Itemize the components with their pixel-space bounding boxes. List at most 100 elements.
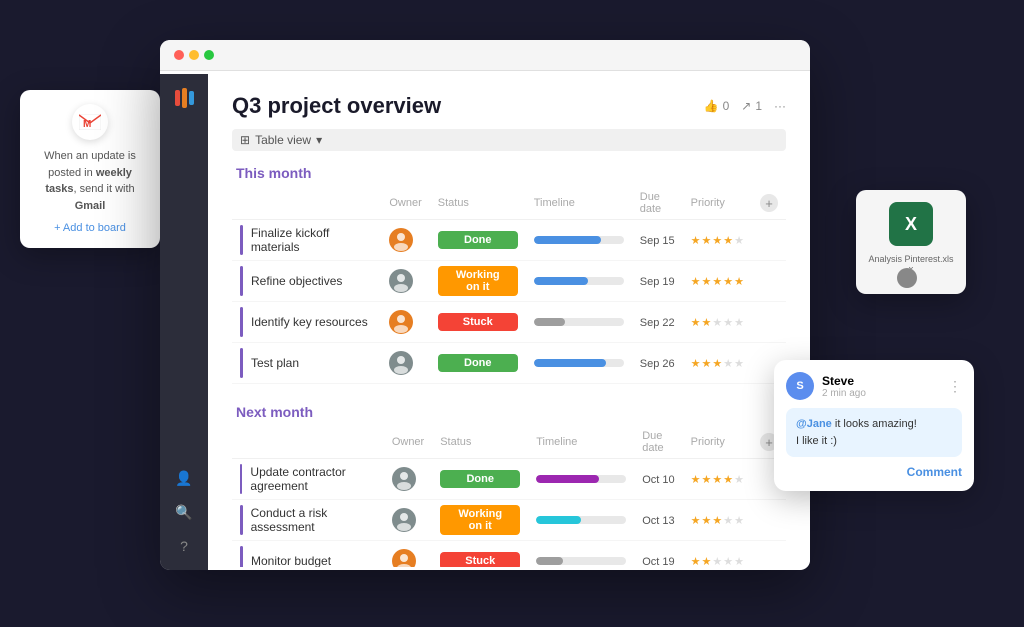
next-month-table: Owner Status Timeline Due date Priority … (232, 426, 786, 567)
minimize-button[interactable] (189, 50, 199, 60)
app-logo (175, 88, 194, 108)
task-avatar (392, 467, 416, 491)
star-2: ★ (702, 357, 712, 370)
star-4: ★ (723, 234, 733, 247)
table-row: Refine objectives Working on it Sep 19 ★… (232, 261, 786, 302)
star-5: ★ (734, 555, 744, 568)
due-date: Sep 15 (640, 235, 675, 247)
gmail-description: When an update is posted in weekly tasks… (34, 148, 146, 214)
col-task-2 (232, 426, 384, 459)
star-2: ★ (702, 473, 712, 486)
share-icon: ↗ (741, 99, 751, 113)
timeline-fill (536, 475, 599, 483)
person-icon[interactable]: 👤 (174, 468, 194, 488)
star-1: ★ (691, 234, 701, 247)
section-bar (240, 225, 243, 255)
star-4: ★ (723, 473, 733, 486)
col-status-2: Status (432, 426, 528, 459)
timeline-fill (536, 557, 563, 565)
help-icon[interactable]: ? (174, 536, 194, 556)
excel-icon: X (889, 202, 933, 246)
star-2: ★ (702, 555, 712, 568)
svg-text:M: M (83, 119, 91, 130)
close-button[interactable] (174, 50, 184, 60)
task-name-cell: Update contractor agreement (240, 464, 376, 494)
star-5: ★ (734, 234, 744, 247)
section-bar (240, 266, 243, 296)
comment-button[interactable]: Comment (786, 465, 962, 479)
star-4: ★ (723, 514, 733, 527)
task-name: Update contractor agreement (250, 465, 375, 493)
this-month-table: Owner Status Timeline Due date Priority … (232, 187, 786, 384)
more-options[interactable]: ··· (774, 99, 786, 113)
timeline-bar (536, 516, 626, 524)
section-bar (240, 505, 243, 535)
star-3: ★ (712, 555, 722, 568)
comment-more-menu[interactable]: ⋮ (948, 378, 962, 395)
comment-header: S Steve 2 min ago ⋮ (786, 372, 962, 400)
task-name: Monitor budget (251, 554, 331, 567)
timeline-bar (534, 236, 624, 244)
comment-username: Steve (822, 374, 866, 388)
page-title: Q3 project overview (232, 93, 441, 119)
timeline-bar (534, 359, 624, 367)
star-3: ★ (712, 357, 722, 370)
timeline-fill (536, 516, 581, 524)
search-icon[interactable]: 🔍 (174, 502, 194, 522)
table-icon: ⊞ (240, 133, 250, 147)
star-2: ★ (702, 275, 712, 288)
star-3: ★ (712, 316, 722, 329)
star-3: ★ (712, 234, 722, 247)
task-avatar (389, 351, 413, 375)
likes-count[interactable]: 👍 0 (704, 99, 730, 113)
star-5: ★ (734, 514, 744, 527)
col-status-1: Status (430, 187, 526, 220)
star-5: ★ (734, 357, 744, 370)
task-name-cell: Conduct a risk assessment (240, 505, 376, 535)
due-date: Sep 26 (640, 358, 675, 370)
main-content: Q3 project overview 👍 0 ↗ 1 ··· ⊞ Table … (208, 71, 810, 567)
col-timeline-1: Timeline (526, 187, 632, 220)
section-bar (240, 464, 242, 494)
page-header: Q3 project overview 👍 0 ↗ 1 ··· (232, 93, 786, 119)
task-avatar (389, 228, 413, 252)
comment-user-info: Steve 2 min ago (822, 374, 866, 399)
col-duedate-1: Due date (632, 187, 683, 220)
timeline-bar (536, 557, 626, 565)
task-name-cell: Test plan (240, 348, 373, 378)
col-priority-2: Priority (683, 426, 752, 459)
task-name-cell: Finalize kickoff materials (240, 225, 373, 255)
comment-mention: @Jane (796, 418, 832, 430)
status-badge: Done (438, 231, 518, 249)
task-name: Refine objectives (251, 274, 342, 288)
add-task-this-month[interactable]: + (760, 194, 778, 212)
task-name-cell: Monitor budget (240, 546, 376, 567)
maximize-button[interactable] (204, 50, 214, 60)
gmail-icon: M (72, 104, 108, 140)
excel-widget: X Analysis Pinterest.xlsx (856, 190, 966, 294)
task-name: Conduct a risk assessment (251, 506, 376, 534)
table-row: Identify key resources Stuck Sep 22 ★★★★… (232, 302, 786, 343)
chevron-down-icon: ▾ (316, 133, 322, 147)
timeline-bar (534, 318, 624, 326)
task-avatar (392, 549, 416, 567)
star-5: ★ (734, 275, 744, 288)
task-name: Identify key resources (251, 315, 368, 329)
star-5: ★ (734, 473, 744, 486)
status-badge: Working on it (438, 266, 518, 296)
due-date: Oct 19 (642, 556, 674, 567)
star-1: ★ (691, 473, 701, 486)
star-4: ★ (723, 357, 733, 370)
task-name: Finalize kickoff materials (251, 226, 374, 254)
col-timeline-2: Timeline (528, 426, 634, 459)
add-to-board-link[interactable]: + Add to board (34, 222, 146, 234)
title-bar (160, 40, 810, 71)
table-view-button[interactable]: ⊞ Table view ▾ (232, 129, 786, 151)
star-4: ★ (723, 275, 733, 288)
status-badge: Done (438, 354, 518, 372)
shares-count[interactable]: ↗ 1 (741, 99, 762, 113)
col-task (232, 187, 381, 220)
status-badge: Working on it (440, 505, 520, 535)
due-date: Oct 10 (642, 474, 674, 486)
header-actions: 👍 0 ↗ 1 ··· (704, 99, 786, 113)
